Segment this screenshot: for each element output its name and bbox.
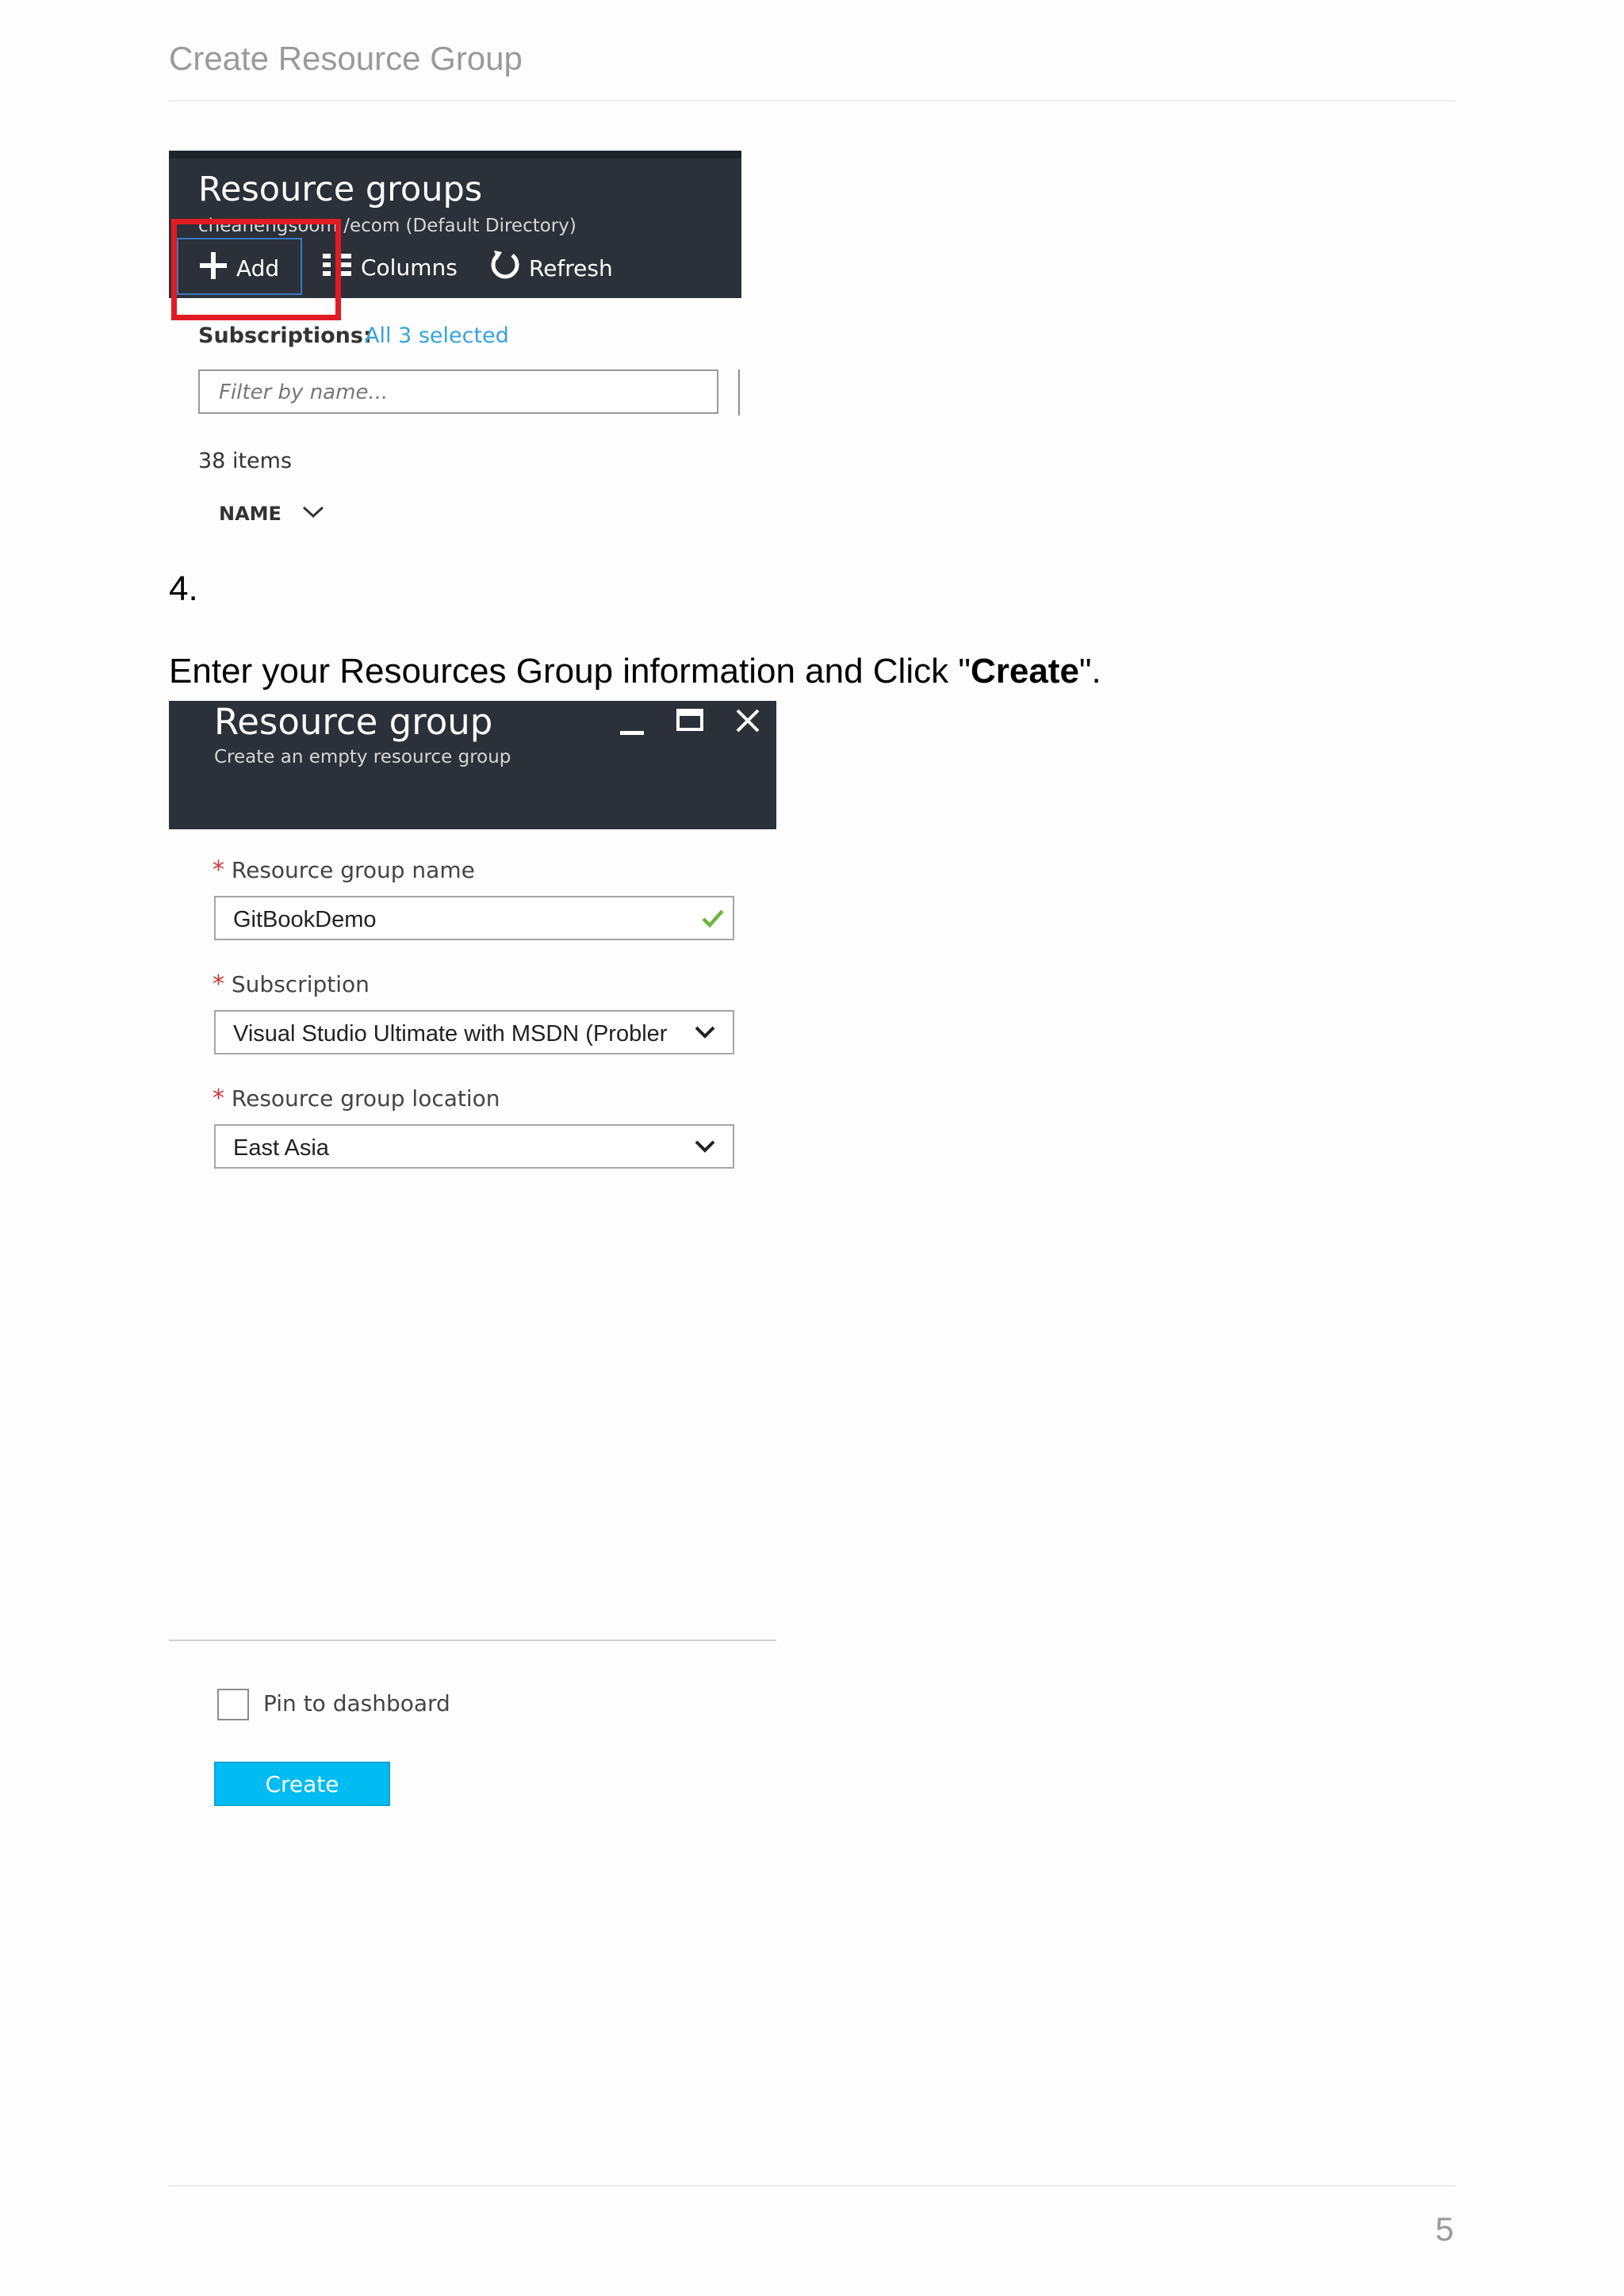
refresh-icon	[489, 249, 521, 288]
required-mark: *	[213, 970, 224, 998]
location-label: * Resource group location	[213, 1085, 500, 1112]
maximize-icon	[676, 709, 704, 737]
resource-groups-title: Resource groups	[198, 170, 483, 209]
resource-group-name-label: * Resource group name	[213, 856, 475, 884]
location-label-text: Resource group location	[231, 1085, 500, 1112]
subscription-select[interactable]: Visual Studio Ultimate with MSDN (Proble…	[214, 1010, 734, 1054]
instruction-prefix: Enter your Resources Group information a…	[169, 652, 971, 691]
header-divider	[169, 100, 1455, 101]
close-icon	[734, 709, 761, 737]
maximize-button[interactable]	[676, 707, 704, 738]
create-button-label: Create	[265, 1770, 339, 1797]
location-select[interactable]: East Asia	[214, 1124, 734, 1169]
chevron-down-icon	[693, 1137, 717, 1160]
footer-divider	[169, 2185, 1455, 2187]
create-button[interactable]: Create	[214, 1762, 390, 1806]
subscription-value: Visual Studio Ultimate with MSDN (Proble…	[233, 1021, 668, 1047]
pin-to-dashboard-checkbox[interactable]	[217, 1689, 249, 1720]
subscription-label-text: Subscription	[231, 971, 370, 997]
chevron-down-icon	[302, 505, 324, 523]
subscription-label: * Subscription	[213, 970, 370, 998]
instruction-suffix: ".	[1078, 652, 1101, 691]
step-number: 4.	[169, 569, 198, 608]
resource-group-subtitle: Create an empty resource group	[214, 747, 511, 767]
page-number: 5	[1435, 2210, 1454, 2248]
columns-button[interactable]: Columns	[321, 251, 458, 285]
scroll-bar	[738, 369, 740, 415]
required-mark: *	[213, 856, 224, 884]
step-instruction: Enter your Resources Group information a…	[169, 652, 1101, 691]
resource-group-name-value: GitBookDemo	[233, 907, 377, 932]
item-count: 38 items	[198, 449, 293, 473]
required-mark: *	[213, 1085, 224, 1112]
minimize-icon	[619, 727, 645, 740]
refresh-button-label: Refresh	[529, 255, 613, 281]
name-column-header[interactable]: NAME	[219, 503, 324, 525]
blade-footer-divider	[169, 1640, 776, 1641]
instruction-bold: Create	[970, 652, 1079, 691]
resource-group-title: Resource group	[214, 701, 493, 743]
location-value: East Asia	[233, 1135, 329, 1161]
subscriptions-label: Subscriptions:	[198, 323, 372, 348]
close-button[interactable]	[734, 707, 761, 738]
name-column-label: NAME	[219, 503, 282, 525]
minimize-button[interactable]	[619, 710, 645, 741]
columns-button-label: Columns	[361, 254, 458, 281]
refresh-button[interactable]: Refresh	[489, 249, 613, 288]
blade-top-edge	[169, 151, 741, 159]
chevron-down-icon	[693, 1023, 717, 1046]
filter-placeholder: Filter by name...	[219, 381, 389, 404]
checkmark-icon	[701, 907, 725, 933]
resource-group-name-input[interactable]: GitBookDemo	[214, 896, 734, 940]
pin-to-dashboard-label: Pin to dashboard	[263, 1690, 450, 1716]
subscriptions-link[interactable]: All 3 selected	[365, 323, 509, 348]
filter-input[interactable]: Filter by name...	[198, 369, 718, 414]
resource-group-name-label-text: Resource group name	[231, 857, 475, 883]
add-highlight-box	[171, 219, 341, 320]
page-header-title: Create Resource Group	[169, 40, 523, 77]
